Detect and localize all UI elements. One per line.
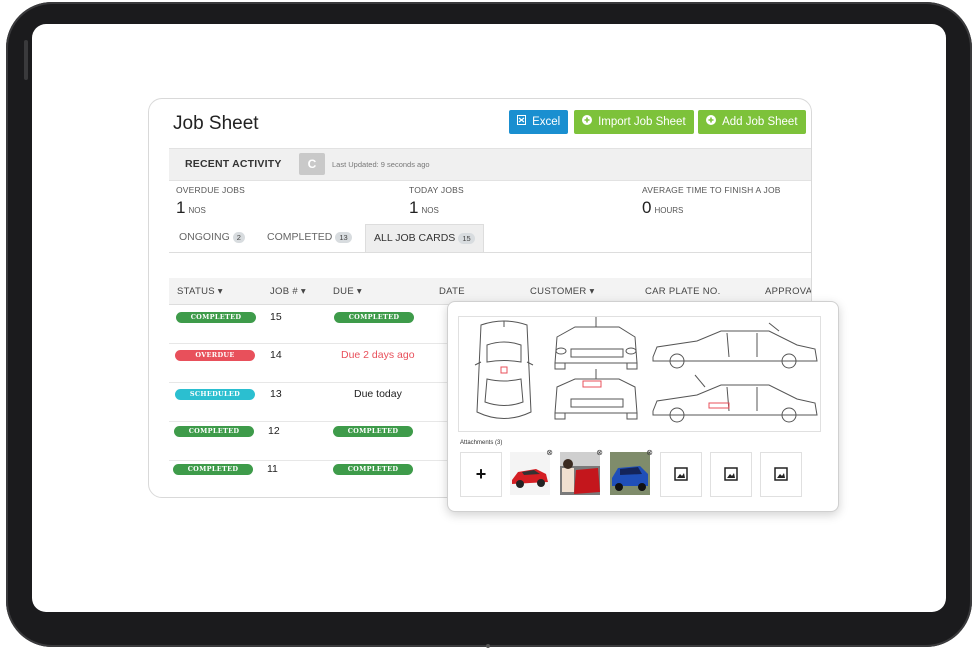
remove-attachment-icon[interactable]: ⊗ (546, 448, 553, 457)
excel-icon (517, 115, 529, 128)
column-customer[interactable]: CUSTOMER ▾ (530, 286, 595, 297)
status-badge: COMPLETED (173, 464, 253, 475)
tab-completed[interactable]: COMPLETED 13 (267, 231, 352, 243)
tab-label: ALL JOB CARDS (374, 232, 456, 244)
tab-label: ONGOING (179, 231, 230, 243)
last-updated-text: Last Updated: 9 seconds ago (332, 160, 430, 169)
vehicle-inspection-popup: Attachments (3) + ⊗ ⊗ ⊗ (447, 301, 839, 512)
remove-attachment-icon[interactable]: ⊗ (646, 448, 653, 457)
remove-attachment-icon[interactable]: ⊗ (596, 448, 603, 457)
column-job-number[interactable]: JOB # ▾ (270, 286, 306, 297)
status-badge: COMPLETED (176, 312, 256, 323)
stat-label: AVERAGE TIME TO FINISH A JOB (642, 185, 781, 195)
stat-value: 1 (409, 198, 419, 217)
stat-unit: NOS (421, 206, 439, 215)
tablet-camera-dot (486, 644, 490, 648)
stat-value: 0 (642, 198, 652, 217)
attachment-placeholder[interactable] (760, 452, 802, 497)
stat-average-time: AVERAGE TIME TO FINISH A JOB 0 HOURS (642, 185, 781, 218)
status-badge: SCHEDULED (175, 389, 255, 400)
job-number: 12 (268, 425, 280, 437)
stat-today-jobs: TODAY JOBS 1 NOS (409, 185, 464, 218)
import-job-sheet-button[interactable]: Import Job Sheet (574, 110, 694, 134)
image-icon (774, 467, 788, 481)
job-tabs: ONGOING 2 COMPLETED 13 ALL JOB CARDS 15 (169, 224, 811, 253)
recent-activity-bar: RECENT ACTIVITY C Last Updated: 9 second… (169, 148, 811, 181)
recent-activity-label: RECENT ACTIVITY (185, 158, 282, 170)
image-icon (674, 467, 688, 481)
column-status[interactable]: STATUS ▾ (177, 286, 223, 297)
plus-circle-icon (582, 115, 595, 128)
status-badge: OVERDUE (175, 350, 255, 361)
refresh-button[interactable]: C (299, 153, 325, 175)
attachment-thumbnail[interactable]: ⊗ (510, 448, 553, 495)
attachment-placeholder[interactable] (660, 452, 702, 497)
attachment-thumbnail[interactable]: ⊗ (560, 448, 603, 495)
add-job-sheet-button[interactable]: Add Job Sheet (698, 110, 806, 134)
blue-car-photo (610, 452, 650, 495)
due-text: Due today (354, 388, 402, 400)
vehicle-damage-diagram[interactable] (458, 316, 821, 432)
attachment-placeholder[interactable] (710, 452, 752, 497)
red-car-photo (510, 452, 550, 495)
tab-ongoing[interactable]: ONGOING 2 (179, 231, 245, 243)
status-badge: COMPLETED (174, 426, 254, 437)
stat-unit: HOURS (654, 206, 684, 215)
stat-value: 1 (176, 198, 186, 217)
due-text: Due 2 days ago (341, 349, 415, 361)
plus-circle-icon (706, 115, 719, 128)
column-due[interactable]: DUE ▾ (333, 286, 362, 297)
add-attachment-button[interactable]: + (460, 452, 502, 497)
job-number: 14 (270, 349, 282, 361)
page-title: Job Sheet (173, 113, 259, 134)
tab-count-badge: 13 (335, 232, 352, 243)
due-badge: COMPLETED (334, 312, 414, 323)
stat-overdue-jobs: OVERDUE JOBS 1 NOS (176, 185, 245, 218)
attachment-thumbnail[interactable]: ⊗ (610, 448, 653, 495)
column-date[interactable]: DATE (439, 286, 465, 297)
add-job-sheet-label: Add Job Sheet (722, 116, 798, 128)
tab-label: COMPLETED (267, 231, 333, 243)
column-approval[interactable]: APPROVAL (765, 286, 811, 297)
due-badge: COMPLETED (333, 464, 413, 475)
excel-button-label: Excel (532, 116, 561, 128)
stat-label: TODAY JOBS (409, 185, 464, 195)
stat-unit: NOS (188, 206, 206, 215)
tab-count-badge: 15 (458, 233, 475, 244)
tab-count-badge: 2 (232, 232, 245, 243)
job-number: 15 (270, 311, 282, 323)
tab-all-job-cards[interactable]: ALL JOB CARDS 15 (365, 224, 484, 252)
job-number: 13 (270, 388, 282, 400)
attachments-label: Attachments (3) (460, 440, 503, 446)
image-icon (724, 467, 738, 481)
tablet-side-button (24, 40, 28, 80)
red-car-interior-photo (560, 452, 600, 495)
excel-button[interactable]: Excel (509, 110, 569, 134)
due-badge: COMPLETED (333, 426, 413, 437)
import-job-sheet-label: Import Job Sheet (598, 116, 686, 128)
column-car-plate[interactable]: CAR PLATE NO. (645, 286, 721, 297)
job-number: 11 (267, 463, 278, 475)
stat-label: OVERDUE JOBS (176, 185, 245, 195)
